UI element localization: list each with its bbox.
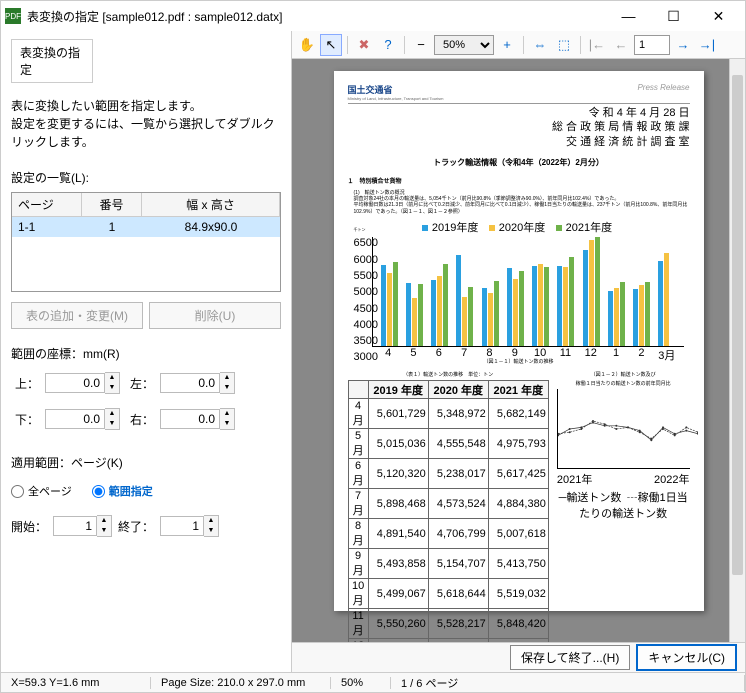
left-input[interactable]: [160, 373, 220, 393]
panel-title: 表変換の指定: [11, 39, 93, 83]
cancel-button[interactable]: キャンセル(C): [636, 644, 737, 671]
spin-up[interactable]: ▲: [97, 516, 111, 526]
coord-label: 範囲の座標：mm(R): [11, 345, 281, 362]
page-input[interactable]: [634, 35, 670, 55]
close-button[interactable]: ✕: [696, 1, 741, 31]
spin-down[interactable]: ▼: [105, 419, 119, 429]
pdf-page: 国土交通省 Ministry of Land, Infrastructure, …: [334, 71, 704, 611]
top-label: 上：: [11, 375, 39, 392]
radio-range[interactable]: 範囲指定: [92, 483, 153, 499]
spin-down[interactable]: ▼: [220, 383, 234, 393]
right-input[interactable]: [160, 409, 220, 429]
zoom-in-icon[interactable]: +: [496, 34, 518, 56]
apply-label: 適用範囲：ページ(K): [11, 454, 281, 471]
start-input[interactable]: [53, 516, 97, 536]
maximize-button[interactable]: ☐: [651, 1, 696, 31]
bottom-input[interactable]: [45, 409, 105, 429]
bottom-label: 下：: [11, 411, 39, 428]
vertical-scrollbar[interactable]: [729, 59, 745, 642]
fit-width-icon[interactable]: ⇔: [529, 34, 551, 56]
prev-page-icon[interactable]: ←: [610, 34, 632, 56]
delete-icon[interactable]: ✖: [353, 34, 375, 56]
next-page-icon[interactable]: →: [672, 34, 694, 56]
radio-all-pages[interactable]: 全ページ: [11, 483, 72, 499]
table-row[interactable]: 1-1 1 84.9x90.0: [12, 217, 280, 237]
right-label: 右：: [126, 411, 154, 428]
dialog-buttons: 保存して終了...(H) キャンセル(C): [292, 642, 745, 672]
spin-up[interactable]: ▲: [204, 516, 218, 526]
first-page-icon[interactable]: |←: [586, 34, 608, 56]
panel-description: 表に変換したい範囲を指定します。 設定を変更するには、一覧から選択してダブルクリ…: [11, 97, 281, 151]
col-size: 幅 x 高さ: [142, 193, 280, 216]
end-input[interactable]: [160, 516, 204, 536]
fit-page-icon[interactable]: ⬚: [553, 34, 575, 56]
doc-meta: 令 和 4 年 4 月 28 日 総 合 政 策 局 情 報 政 策 課 交 通…: [348, 106, 690, 149]
spin-down[interactable]: ▼: [204, 526, 218, 536]
data-table: 2019 年度2020 年度2021 年度4 月5,601,7295,348,9…: [348, 380, 549, 642]
col-num: 番号: [82, 193, 142, 216]
minimize-button[interactable]: —: [606, 1, 651, 31]
hand-tool-icon[interactable]: ✋: [296, 34, 318, 56]
toolbar: ✋ ↖ ✖ ? − 50% + ⇔ ⬚ |← ← → →|: [292, 31, 745, 59]
spin-up[interactable]: ▲: [105, 373, 119, 383]
help-icon[interactable]: ?: [377, 34, 399, 56]
add-modify-button[interactable]: 表の追加・変更(M): [11, 302, 143, 329]
status-zoom: 50%: [331, 677, 391, 689]
list-label: 設定の一覧(L):: [11, 169, 281, 186]
ministry-logo: 国土交通省: [348, 83, 444, 96]
spin-down[interactable]: ▼: [97, 526, 111, 536]
preview-panel: ✋ ↖ ✖ ? − 50% + ⇔ ⬚ |← ← → →|: [291, 31, 745, 672]
app-icon: PDF: [5, 8, 21, 24]
status-page: 1 / 6 ページ: [391, 675, 745, 691]
left-label: 左：: [126, 375, 154, 392]
status-coord: X=59.3 Y=1.6 mm: [1, 677, 151, 689]
end-label: 終了：: [118, 518, 154, 535]
settings-panel: 表変換の指定 表に変換したい範囲を指定します。 設定を変更するには、一覧から選択…: [1, 31, 291, 672]
status-size: Page Size: 210.0 x 297.0 mm: [151, 677, 331, 689]
window-title: 表変換の指定 [sample012.pdf : sample012.datx]: [27, 8, 606, 25]
delete-button[interactable]: 削除(U): [149, 302, 281, 329]
spin-up[interactable]: ▲: [220, 373, 234, 383]
dialog-window: PDF 表変換の指定 [sample012.pdf : sample012.da…: [0, 0, 746, 693]
col-page: ページ: [12, 193, 82, 216]
spin-down[interactable]: ▼: [220, 419, 234, 429]
last-page-icon[interactable]: →|: [696, 34, 718, 56]
zoom-out-icon[interactable]: −: [410, 34, 432, 56]
status-bar: X=59.3 Y=1.6 mm Page Size: 210.0 x 297.0…: [1, 672, 745, 692]
zoom-combo[interactable]: 50%: [434, 35, 494, 55]
pointer-tool-icon[interactable]: ↖: [320, 34, 342, 56]
preview-area[interactable]: 国土交通省 Ministry of Land, Infrastructure, …: [292, 59, 745, 642]
press-release: Press Release: [637, 83, 689, 92]
doc-title: トラック輸送情報（令和4年（2022年）2月分）: [348, 157, 690, 168]
start-label: 開始：: [11, 518, 47, 535]
save-close-button[interactable]: 保存して終了...(H): [510, 645, 630, 670]
titlebar: PDF 表変換の指定 [sample012.pdf : sample012.da…: [1, 1, 745, 31]
settings-table[interactable]: ページ 番号 幅 x 高さ 1-1 1 84.9x90.0: [11, 192, 281, 292]
top-input[interactable]: [45, 373, 105, 393]
line-chart: （図１－２）輸送トン数及び 稼働１日当たりの輸送トン数の前年同月比 2021年 …: [557, 371, 690, 642]
spin-down[interactable]: ▼: [105, 383, 119, 393]
spin-up[interactable]: ▲: [105, 409, 119, 419]
bar-chart: 2019年度 2020年度 2021年度 千トン 650060005500500…: [354, 219, 684, 354]
spin-up[interactable]: ▲: [220, 409, 234, 419]
